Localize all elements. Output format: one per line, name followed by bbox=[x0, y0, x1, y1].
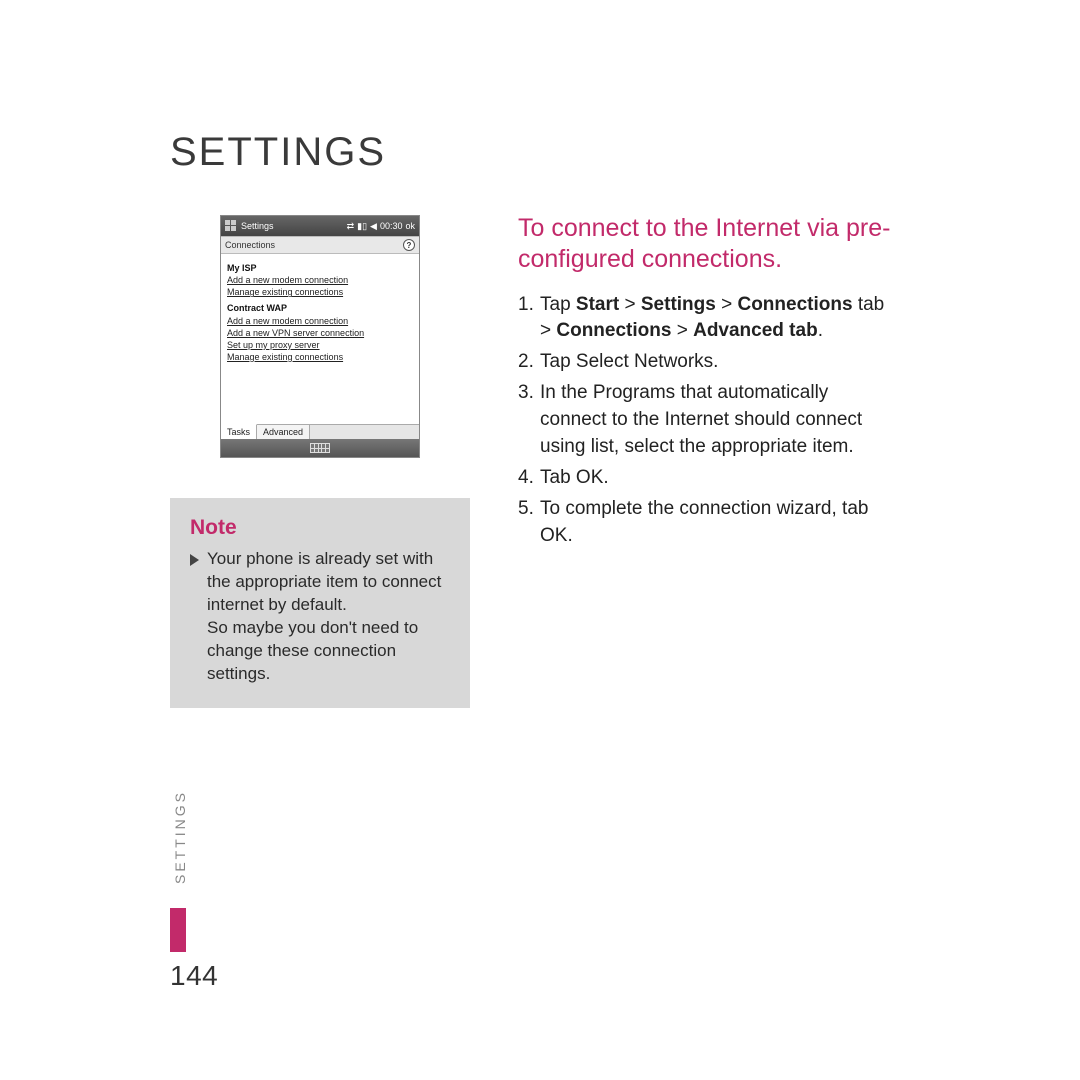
connection-icon: ⇄ bbox=[347, 221, 355, 232]
screen-body: My ISP Add a new modem connection Manage… bbox=[221, 254, 419, 424]
page-number: 144 bbox=[170, 960, 218, 992]
side-section-label: SETTINGS bbox=[172, 790, 188, 884]
screen-header: Connections ? bbox=[221, 236, 419, 254]
section-heading: To connect to the Internet via pre-confi… bbox=[518, 213, 898, 276]
step-bold: Settings bbox=[641, 294, 716, 315]
group-contract-wap: Contract WAP bbox=[227, 302, 413, 314]
tab-advanced[interactable]: Advanced bbox=[257, 425, 310, 439]
step-text: Tap Select Networks. bbox=[540, 349, 718, 376]
steps-list: 1. Tap Start > Settings > Connections ta… bbox=[518, 292, 898, 551]
page-title: SETTINGS bbox=[170, 130, 930, 175]
note-title: Note bbox=[190, 516, 450, 540]
volume-icon: ◀ bbox=[370, 221, 377, 232]
step-text: > bbox=[671, 320, 693, 341]
step-5: 5.To complete the connection wizard, tab… bbox=[518, 496, 898, 550]
screen-title: Connections bbox=[225, 240, 275, 250]
link-proxy[interactable]: Set up my proxy server bbox=[227, 339, 413, 351]
step-bold: Connections bbox=[556, 320, 671, 341]
link-add-modem-isp[interactable]: Add a new modem connection bbox=[227, 274, 413, 286]
step-text: . bbox=[818, 320, 823, 341]
step-text: > bbox=[619, 294, 641, 315]
step-text: Tap bbox=[540, 294, 576, 315]
step-text: In the Programs that automatically conne… bbox=[540, 380, 898, 461]
tab-bar: Tasks Advanced bbox=[221, 424, 419, 439]
step-bold: Start bbox=[576, 294, 619, 315]
note-body-text: Your phone is already set with the appro… bbox=[207, 548, 450, 686]
step-text: Tab OK. bbox=[540, 465, 609, 492]
step-4: 4.Tab OK. bbox=[518, 465, 898, 492]
device-screenshot: Settings ⇄ ▮▯ ◀ 00:30 ok Connections ? M… bbox=[220, 215, 420, 458]
step-1: 1. Tap Start > Settings > Connections ta… bbox=[518, 292, 898, 346]
tab-tasks[interactable]: Tasks bbox=[221, 424, 257, 439]
keyboard-icon[interactable] bbox=[310, 443, 330, 453]
step-2: 2.Tap Select Networks. bbox=[518, 349, 898, 376]
bullet-triangle-icon bbox=[190, 554, 199, 566]
link-manage-isp[interactable]: Manage existing connections bbox=[227, 286, 413, 298]
note-box: Note Your phone is already set with the … bbox=[170, 498, 470, 708]
signal-icon: ▮▯ bbox=[357, 221, 367, 232]
step-bold: Advanced tab bbox=[693, 320, 818, 341]
start-icon[interactable] bbox=[225, 220, 237, 232]
step-bold: Connections bbox=[737, 294, 852, 315]
link-add-vpn[interactable]: Add a new VPN server connection bbox=[227, 327, 413, 339]
titlebar-label: Settings bbox=[241, 221, 274, 231]
clock: 00:30 bbox=[380, 221, 403, 231]
link-add-modem-wap[interactable]: Add a new modem connection bbox=[227, 315, 413, 327]
ok-button[interactable]: ok bbox=[405, 221, 415, 231]
link-manage-wap[interactable]: Manage existing connections bbox=[227, 351, 413, 363]
group-my-isp: My ISP bbox=[227, 262, 413, 274]
soft-key-bar bbox=[221, 439, 419, 457]
help-icon[interactable]: ? bbox=[403, 239, 415, 251]
side-accent-bar bbox=[170, 908, 186, 952]
step-text: To complete the connection wizard, tab O… bbox=[540, 496, 898, 550]
step-text: > bbox=[716, 294, 738, 315]
window-titlebar: Settings ⇄ ▮▯ ◀ 00:30 ok bbox=[221, 216, 419, 236]
step-3: 3.In the Programs that automatically con… bbox=[518, 380, 898, 461]
